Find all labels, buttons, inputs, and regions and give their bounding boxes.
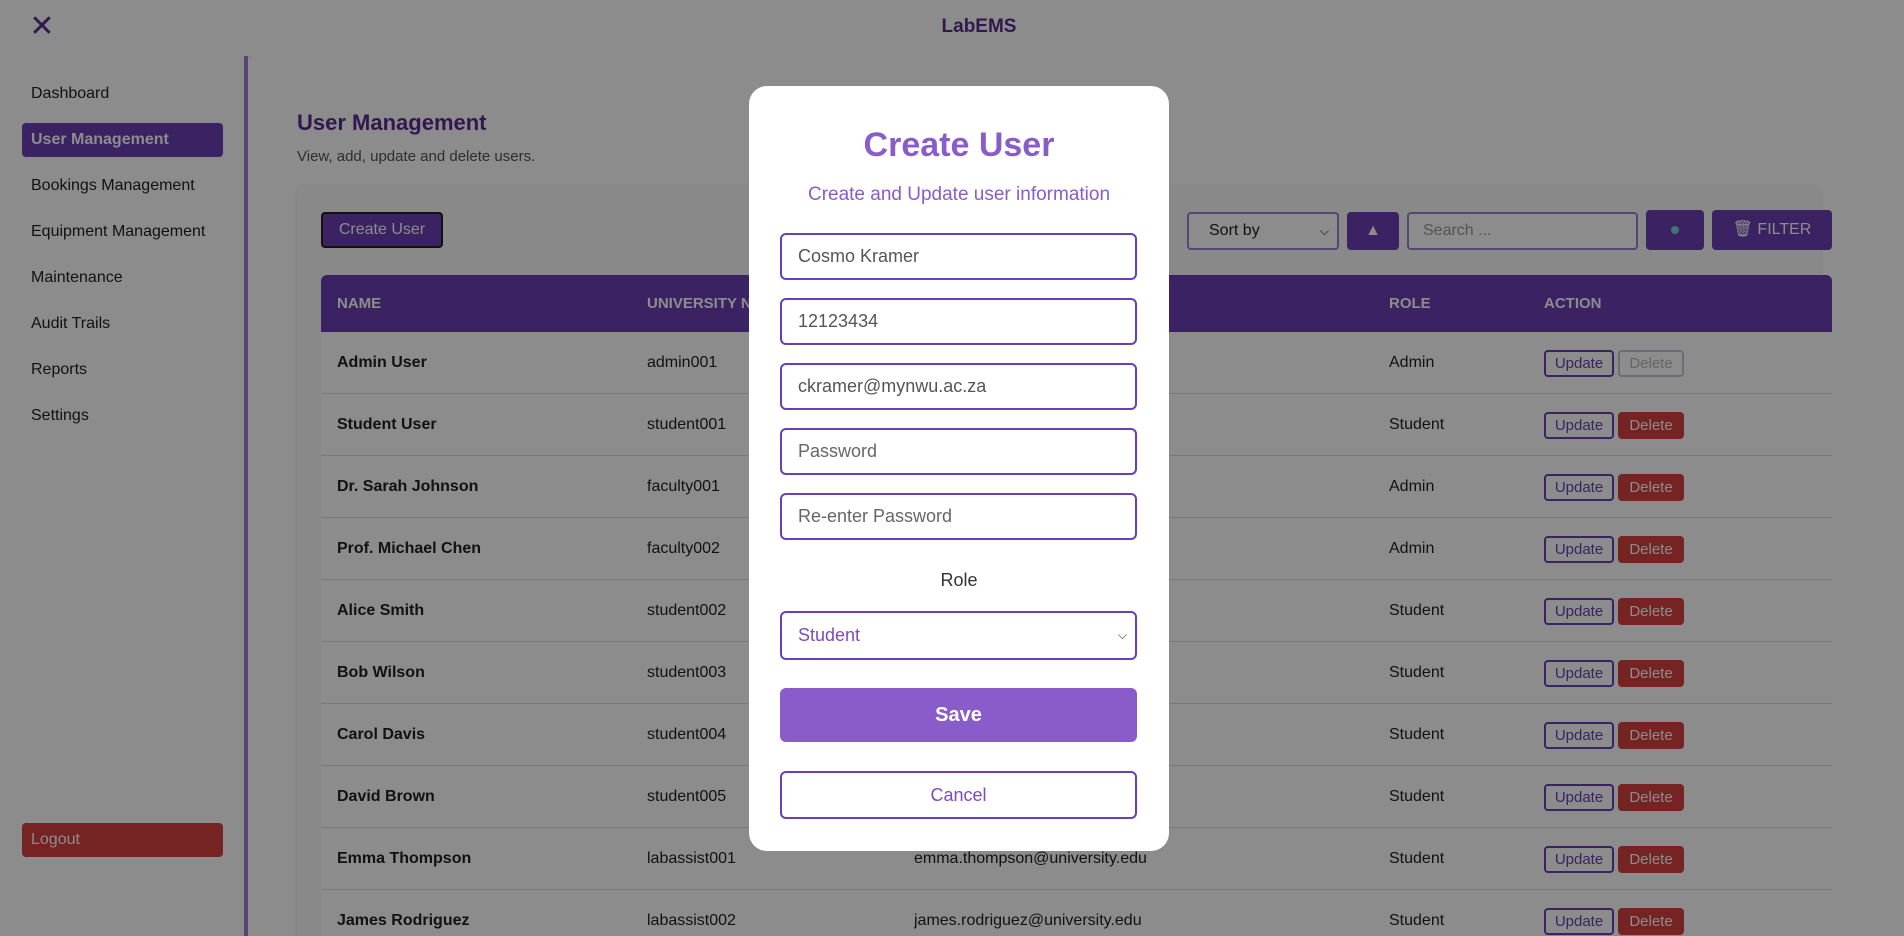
role-label: Role: [940, 570, 978, 590]
name-field[interactable]: Cosmo Kramer: [780, 233, 1137, 280]
modal-subtitle: Create and Update user information: [807, 184, 1111, 205]
role-select[interactable]: Student ⌵: [780, 611, 1137, 660]
email-field[interactable]: ckramer@mynwu.ac.za: [780, 363, 1137, 410]
reenter-password-field[interactable]: Re-enter Password: [780, 493, 1137, 540]
modal-title: Create User: [863, 126, 1055, 164]
cancel-button[interactable]: Cancel: [780, 771, 1137, 819]
password-field[interactable]: Password: [780, 428, 1137, 475]
role-select-value: Student: [798, 625, 861, 645]
university-number-field[interactable]: 12123434: [780, 298, 1137, 345]
chevron-down-icon: ⌵: [1117, 628, 1127, 642]
save-button[interactable]: Save: [780, 688, 1137, 742]
create-user-modal: Create User Create and Update user infor…: [749, 86, 1169, 851]
